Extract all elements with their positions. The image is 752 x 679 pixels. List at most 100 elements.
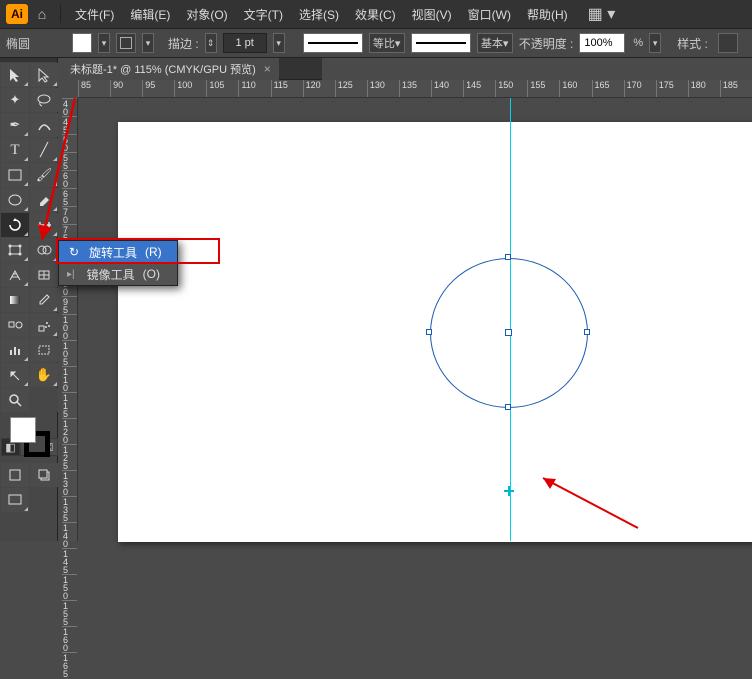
artboard-tool[interactable] bbox=[30, 338, 58, 362]
width-tool[interactable] bbox=[30, 213, 58, 237]
direct-selection-tool[interactable] bbox=[30, 63, 58, 87]
shaper-tool[interactable] bbox=[1, 188, 29, 212]
blend-tool[interactable] bbox=[1, 313, 29, 337]
menu-edit[interactable]: 编辑(E) bbox=[124, 6, 176, 23]
ruler-tick: 155 bbox=[62, 600, 77, 626]
handle-top[interactable] bbox=[505, 254, 511, 260]
ruler-tick: 120 bbox=[62, 418, 77, 444]
brush-preview[interactable] bbox=[411, 33, 471, 53]
type-tool[interactable]: T bbox=[1, 138, 29, 162]
ruler-tick: 120 bbox=[303, 80, 335, 97]
fill-dropdown-icon[interactable]: ▾ bbox=[98, 33, 110, 53]
handle-bottom[interactable] bbox=[505, 404, 511, 410]
menu-object[interactable]: 对象(O) bbox=[180, 6, 233, 23]
handle-left[interactable] bbox=[426, 329, 432, 335]
draw-behind-icon[interactable] bbox=[30, 463, 58, 487]
menu-type[interactable]: 文字(T) bbox=[238, 6, 289, 23]
ruler-tick: 180 bbox=[688, 80, 720, 97]
ruler-tick: 130 bbox=[367, 80, 399, 97]
flyout-rotate-tool[interactable]: ↻ 旋转工具 (R) bbox=[59, 241, 177, 263]
stroke-profile-preview[interactable] bbox=[303, 33, 363, 53]
menu-help[interactable]: 帮助(H) bbox=[521, 6, 574, 23]
spacer-tool bbox=[30, 388, 58, 412]
shape-builder-tool[interactable] bbox=[30, 238, 58, 262]
document-tab[interactable]: 未标题-1* @ 115% (CMYK/GPU 预览) × bbox=[62, 58, 279, 80]
hand-tool[interactable]: ✋ bbox=[30, 363, 58, 387]
ruler-tick: 175 bbox=[656, 80, 688, 97]
lasso-tool[interactable] bbox=[30, 88, 58, 112]
eyedropper-tool[interactable] bbox=[30, 288, 58, 312]
ruler-vertical[interactable]: 4045505560657075808590951001051101151201… bbox=[62, 98, 78, 541]
rotate-center-icon[interactable] bbox=[504, 486, 514, 496]
ruler-tick: 95 bbox=[62, 296, 77, 314]
ruler-tick: 105 bbox=[206, 80, 238, 97]
slice-tool[interactable] bbox=[1, 363, 29, 387]
flyout-reflect-tool[interactable]: ▸| 镜像工具 (O) bbox=[59, 263, 177, 285]
canvas[interactable] bbox=[78, 98, 752, 541]
ruler-tick: 85 bbox=[78, 80, 110, 97]
menu-bar[interactable]: Ai ⌂ 文件(F) 编辑(E) 对象(O) 文字(T) 选择(S) 效果(C)… bbox=[0, 0, 752, 28]
draw-normal-icon[interactable] bbox=[1, 463, 29, 487]
flyout-extend-icon: ▸| bbox=[67, 269, 75, 280]
menu-file[interactable]: 文件(F) bbox=[69, 6, 120, 23]
toolbox[interactable]: ✦ ✒ T ╱ 🖌 ✋ ◧ ◨ bbox=[0, 58, 58, 541]
paintbrush-tool[interactable]: 🖌 bbox=[30, 163, 58, 187]
stroke-label: 描边 : bbox=[168, 35, 199, 52]
separator bbox=[60, 5, 61, 23]
ruler-tick: 115 bbox=[271, 80, 303, 97]
ruler-tick: 140 bbox=[431, 80, 463, 97]
line-tool[interactable]: ╱ bbox=[30, 138, 58, 162]
close-tab-icon[interactable]: × bbox=[264, 62, 271, 76]
ruler-tick: 130 bbox=[62, 470, 77, 496]
selection-tool[interactable] bbox=[1, 63, 29, 87]
rotate-tool-flyout[interactable]: ↻ 旋转工具 (R) ▸| 镜像工具 (O) bbox=[58, 240, 178, 286]
free-transform-tool[interactable] bbox=[1, 238, 29, 262]
stroke-swatch[interactable] bbox=[116, 33, 136, 53]
ruler-tick: 125 bbox=[335, 80, 367, 97]
fill-box[interactable] bbox=[10, 417, 36, 443]
menu-select[interactable]: 选择(S) bbox=[293, 6, 345, 23]
stroke-dropdown-icon[interactable]: ▾ bbox=[142, 33, 154, 53]
mesh-tool[interactable] bbox=[30, 263, 58, 287]
opacity-field[interactable]: 100% bbox=[579, 33, 625, 53]
eraser-tool[interactable] bbox=[30, 188, 58, 212]
basic-dropdown[interactable]: 基本 ▾ bbox=[477, 33, 513, 53]
handle-center[interactable] bbox=[505, 329, 512, 336]
stroke-weight-stepper[interactable]: ⇕ bbox=[205, 33, 217, 53]
symbol-sprayer-tool[interactable] bbox=[30, 313, 58, 337]
perspective-grid-tool[interactable] bbox=[1, 263, 29, 287]
ruler-tick: 40 bbox=[62, 98, 77, 116]
magic-wand-tool[interactable]: ✦ bbox=[1, 88, 29, 112]
menu-view[interactable]: 视图(V) bbox=[406, 6, 458, 23]
menu-effect[interactable]: 效果(C) bbox=[349, 6, 402, 23]
gradient-tool[interactable] bbox=[1, 288, 29, 312]
ruler-tick: 100 bbox=[174, 80, 206, 97]
ruler-tick: 155 bbox=[527, 80, 559, 97]
handle-right[interactable] bbox=[584, 329, 590, 335]
fill-swatch[interactable] bbox=[72, 33, 92, 53]
zoom-tool[interactable] bbox=[1, 388, 29, 412]
ruler-tick: 160 bbox=[559, 80, 591, 97]
rotate-tool[interactable] bbox=[1, 213, 29, 237]
rectangle-tool[interactable] bbox=[1, 163, 29, 187]
layout-switch-icon[interactable]: ▦ ▾ bbox=[588, 6, 618, 22]
column-graph-tool[interactable] bbox=[1, 338, 29, 362]
pen-tool[interactable]: ✒ bbox=[1, 113, 29, 137]
ruler-tick: 135 bbox=[399, 80, 431, 97]
ruler-tick: 100 bbox=[62, 314, 77, 340]
menu-window[interactable]: 窗口(W) bbox=[462, 6, 517, 23]
stroke-weight-dd-icon[interactable]: ▾ bbox=[273, 33, 285, 53]
ratio-dropdown[interactable]: 等比 ▾ bbox=[369, 33, 405, 53]
document-tab-bar[interactable]: 未标题-1* @ 115% (CMYK/GPU 预览) × bbox=[62, 58, 322, 80]
ruler-tick: 165 bbox=[62, 652, 77, 678]
ruler-tick: 185 bbox=[720, 80, 752, 97]
ruler-horizontal[interactable]: 8590951001051101151201251301351401451501… bbox=[78, 80, 752, 98]
style-swatch[interactable] bbox=[718, 33, 738, 53]
opacity-dd-icon[interactable]: ▾ bbox=[649, 33, 661, 53]
screen-mode-icon[interactable] bbox=[1, 488, 29, 512]
fill-stroke-control[interactable] bbox=[1, 413, 58, 461]
curvature-tool[interactable] bbox=[30, 113, 58, 137]
stroke-weight-field[interactable]: 1 pt bbox=[223, 33, 267, 53]
control-bar[interactable]: 椭圆 ▾ ▾ 描边 : ⇕ 1 pt ▾ 等比 ▾ 基本 ▾ 不透明度 : 10… bbox=[0, 28, 752, 58]
home-icon[interactable]: ⌂ bbox=[32, 4, 52, 24]
